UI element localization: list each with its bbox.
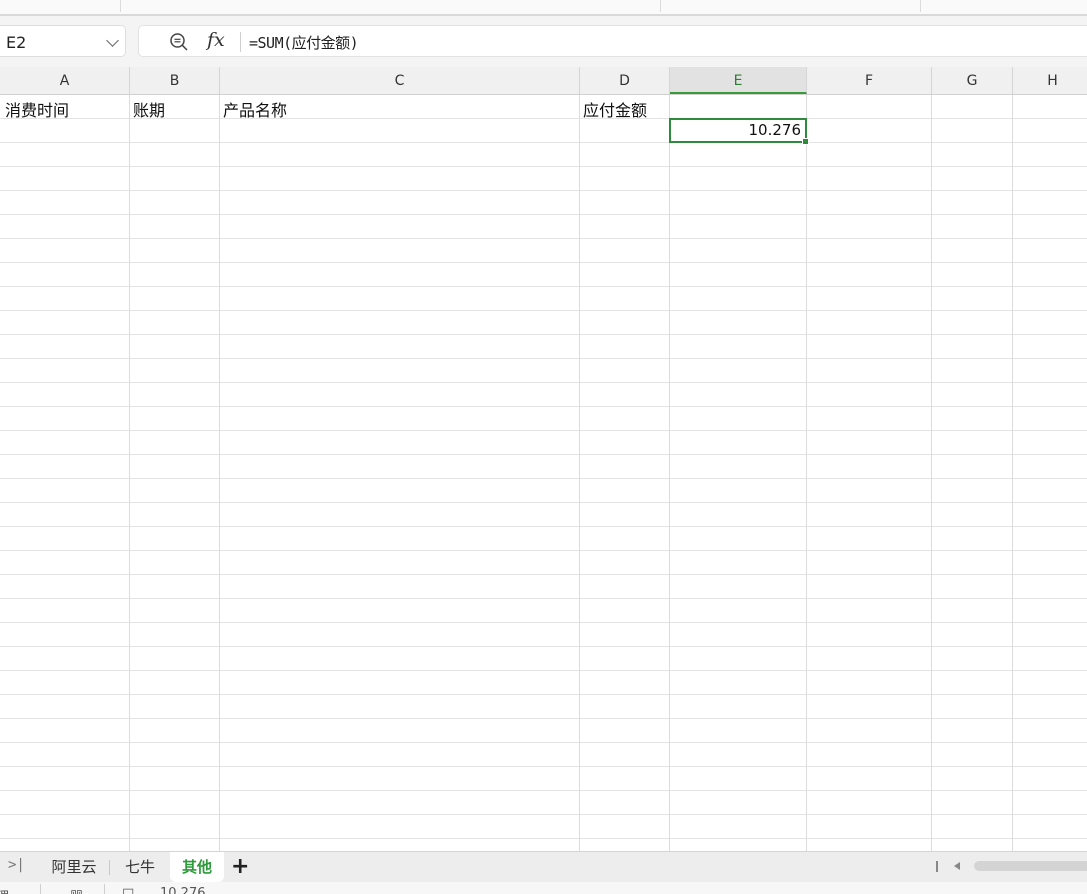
row-gridline bbox=[0, 502, 1087, 503]
horizontal-scrollbar[interactable] bbox=[974, 861, 1087, 871]
column-gridline bbox=[219, 95, 220, 851]
cell-e2-value: 10.276 bbox=[748, 121, 802, 139]
column-header-f[interactable]: F bbox=[807, 67, 932, 94]
sheet-tab-qiniu[interactable]: 七牛 bbox=[112, 852, 168, 882]
row-gridline bbox=[0, 526, 1087, 527]
column-header-h[interactable]: H bbox=[1013, 67, 1087, 94]
row-gridline bbox=[0, 598, 1087, 599]
row-gridline bbox=[0, 406, 1087, 407]
cell-c1[interactable]: 产品名称 bbox=[223, 97, 287, 121]
row-gridline bbox=[0, 190, 1087, 191]
scroll-left-icon[interactable] bbox=[954, 862, 960, 870]
cell-a1[interactable]: 消费时间 bbox=[5, 97, 69, 121]
cell-grid[interactable]: 消费时间 账期 产品名称 应付金额 10.276 bbox=[0, 95, 1087, 851]
formula-separator bbox=[240, 32, 241, 52]
row-gridline bbox=[0, 718, 1087, 719]
row-gridline bbox=[0, 286, 1087, 287]
row-gridline bbox=[0, 646, 1087, 647]
column-gridline bbox=[931, 95, 932, 851]
row-gridline bbox=[0, 262, 1087, 263]
cell-d1[interactable]: 应付金额 bbox=[583, 97, 647, 121]
status-sum-icon: □ bbox=[122, 886, 135, 894]
row-gridline bbox=[0, 790, 1087, 791]
column-gridline bbox=[579, 95, 580, 851]
sheet-tab-aliyun[interactable]: 阿里云 bbox=[40, 852, 108, 882]
row-gridline bbox=[0, 430, 1087, 431]
row-gridline bbox=[0, 454, 1087, 455]
selected-cell-e2[interactable]: 10.276 bbox=[669, 118, 809, 145]
fill-handle[interactable] bbox=[802, 138, 809, 145]
row-gridline bbox=[0, 358, 1087, 359]
row-gridline bbox=[0, 694, 1087, 695]
column-gridline bbox=[129, 95, 130, 851]
column-headers: A B C D E F G H bbox=[0, 67, 1087, 95]
sheet-tab-bar: >| 阿里云 七牛 其他 + bbox=[0, 851, 1087, 882]
row-gridline bbox=[0, 478, 1087, 479]
row-gridline bbox=[0, 310, 1087, 311]
status-mid-label: 婴 bbox=[70, 886, 83, 894]
row-gridline bbox=[0, 334, 1087, 335]
row-gridline bbox=[0, 574, 1087, 575]
column-header-e[interactable]: E bbox=[670, 67, 807, 94]
status-left-label: 理 bbox=[0, 886, 9, 894]
scroll-divider-icon bbox=[936, 861, 938, 872]
column-gridline bbox=[806, 95, 807, 851]
row-gridline bbox=[0, 814, 1087, 815]
row-gridline bbox=[0, 838, 1087, 839]
column-header-d[interactable]: D bbox=[580, 67, 670, 94]
row-gridline bbox=[0, 214, 1087, 215]
chevron-down-icon[interactable] bbox=[106, 34, 119, 47]
ribbon-strip bbox=[0, 0, 1087, 14]
zoom-formula-icon[interactable] bbox=[169, 32, 189, 52]
formula-input-area[interactable]: fx =SUM(应付金额) bbox=[138, 25, 1087, 57]
row-gridline bbox=[0, 766, 1087, 767]
row-gridline bbox=[0, 622, 1087, 623]
row-gridline bbox=[0, 550, 1087, 551]
row-gridline bbox=[0, 166, 1087, 167]
add-sheet-button[interactable]: + bbox=[231, 854, 249, 880]
sheet-tab-other[interactable]: 其他 bbox=[170, 852, 224, 882]
formula-bar: E2 fx =SUM(应付金额) bbox=[0, 16, 1087, 67]
status-bar: 理 婴 □ 10.276 bbox=[0, 882, 1087, 894]
formula-text[interactable]: =SUM(应付金额) bbox=[249, 32, 359, 53]
column-gridline bbox=[669, 95, 670, 851]
status-divider bbox=[40, 884, 41, 894]
cell-b1[interactable]: 账期 bbox=[133, 97, 165, 121]
row-gridline bbox=[0, 670, 1087, 671]
column-header-b[interactable]: B bbox=[130, 67, 220, 94]
column-header-a[interactable]: A bbox=[0, 67, 130, 94]
row-gridline bbox=[0, 238, 1087, 239]
row-gridline bbox=[0, 142, 1087, 143]
name-box[interactable]: E2 bbox=[0, 25, 126, 57]
name-box-value: E2 bbox=[6, 33, 27, 52]
status-sum-value: 10.276 bbox=[160, 886, 206, 894]
column-header-g[interactable]: G bbox=[932, 67, 1013, 94]
column-header-c[interactable]: C bbox=[220, 67, 580, 94]
insert-function-icon[interactable]: fx bbox=[207, 29, 225, 51]
tab-divider bbox=[109, 860, 110, 875]
row-gridline bbox=[0, 382, 1087, 383]
last-sheet-nav-button[interactable]: >| bbox=[8, 857, 25, 873]
status-divider bbox=[104, 884, 105, 894]
row-gridline bbox=[0, 742, 1087, 743]
column-gridline bbox=[1012, 95, 1013, 851]
